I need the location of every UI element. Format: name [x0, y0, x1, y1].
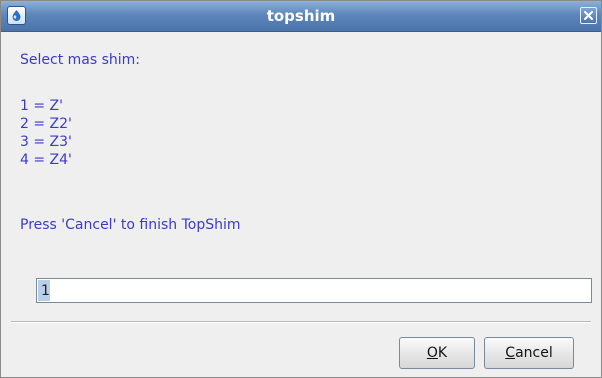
cancel-button[interactable]: Cancel [484, 337, 574, 369]
cancel-label: ancel [515, 345, 553, 361]
button-separator [11, 321, 591, 323]
ok-label: K [437, 345, 448, 361]
ok-mnemonic: O [426, 345, 438, 361]
window-title: topshim [266, 7, 336, 25]
title-bar[interactable]: topshim [1, 1, 601, 32]
shim-input-value: 1 [41, 283, 50, 299]
cancel-mnemonic: C [505, 345, 516, 361]
shim-input[interactable]: 1 [36, 278, 592, 303]
topshim-dialog: topshim Select mas shim: 1 = Z' 2 = Z2' … [0, 0, 602, 378]
ok-button[interactable]: OK [399, 337, 475, 369]
close-icon[interactable] [580, 7, 597, 24]
cancel-hint: Press 'Cancel' to finish TopShim [20, 217, 241, 233]
option-2: 2 = Z2' [20, 116, 72, 132]
option-1: 1 = Z' [20, 98, 63, 114]
dialog-content: Select mas shim: 1 = Z' 2 = Z2' 3 = Z3' … [1, 32, 601, 323]
option-4: 4 = Z4' [20, 152, 72, 168]
prompt-text: Select mas shim: [20, 52, 141, 68]
option-3: 3 = Z3' [20, 134, 72, 150]
